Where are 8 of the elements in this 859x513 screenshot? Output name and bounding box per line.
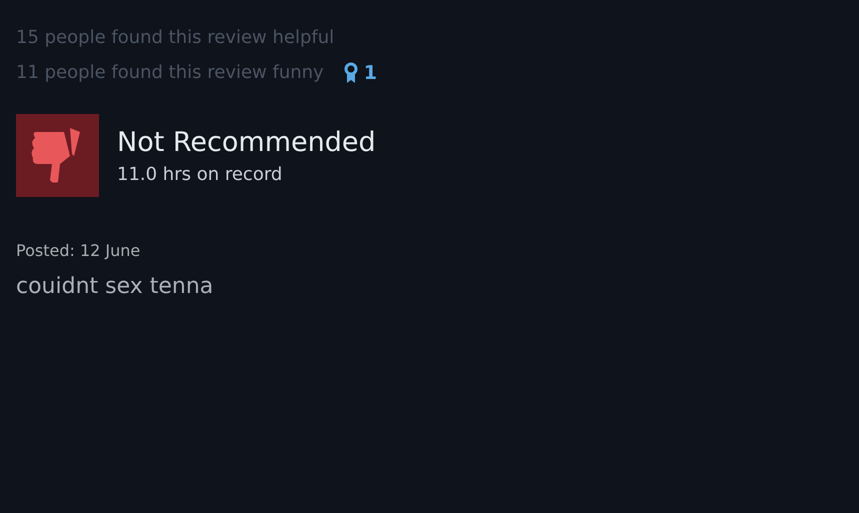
review-text: couidnt sex tenna [16, 274, 214, 299]
posted-date: Posted: 12 June [16, 241, 142, 260]
funny-count-text: 11 people found this review funny [16, 61, 324, 85]
hours-on-record: 11.0 hrs on record [117, 164, 284, 184]
award-ribbon-icon [344, 62, 358, 84]
helpful-count-text: 15 people found this review helpful [16, 26, 336, 50]
verdict-title: Not Recommended [117, 126, 376, 158]
award-count: 1 [364, 62, 377, 84]
